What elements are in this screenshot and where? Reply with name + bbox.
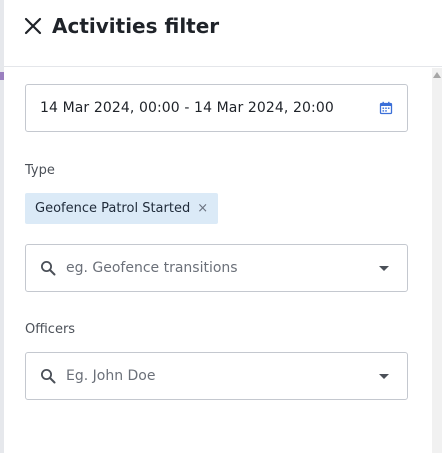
date-range-field[interactable]: 14 Mar 2024, 00:00 - 14 Mar 2024, 20:00	[25, 84, 408, 132]
officers-label: Officers	[25, 322, 76, 337]
calendar-icon[interactable]	[379, 101, 393, 115]
panel-header: Activities filter	[4, 0, 442, 67]
type-chip-label: Geofence Patrol Started	[35, 201, 191, 216]
scroll-up-icon[interactable]	[433, 72, 441, 78]
chevron-down-icon[interactable]	[379, 265, 389, 271]
page-title: Activities filter	[52, 14, 220, 38]
close-icon	[24, 17, 42, 35]
type-search-field[interactable]	[25, 244, 408, 292]
officers-search-field[interactable]	[25, 352, 408, 400]
search-icon	[40, 368, 56, 384]
search-icon	[40, 260, 56, 276]
type-chip: Geofence Patrol Started ×	[25, 193, 219, 224]
type-label: Type	[25, 163, 55, 178]
type-search-input[interactable]	[66, 260, 379, 276]
officers-search-input[interactable]	[66, 368, 379, 384]
filter-panel: Activities filter 14 Mar 2024, 00:00 - 1…	[4, 0, 442, 453]
date-range-value: 14 Mar 2024, 00:00 - 14 Mar 2024, 20:00	[40, 100, 334, 116]
chevron-down-icon[interactable]	[379, 373, 389, 379]
chip-remove-icon[interactable]: ×	[197, 202, 208, 215]
close-button[interactable]	[22, 15, 44, 37]
scrollbar[interactable]	[432, 68, 442, 453]
